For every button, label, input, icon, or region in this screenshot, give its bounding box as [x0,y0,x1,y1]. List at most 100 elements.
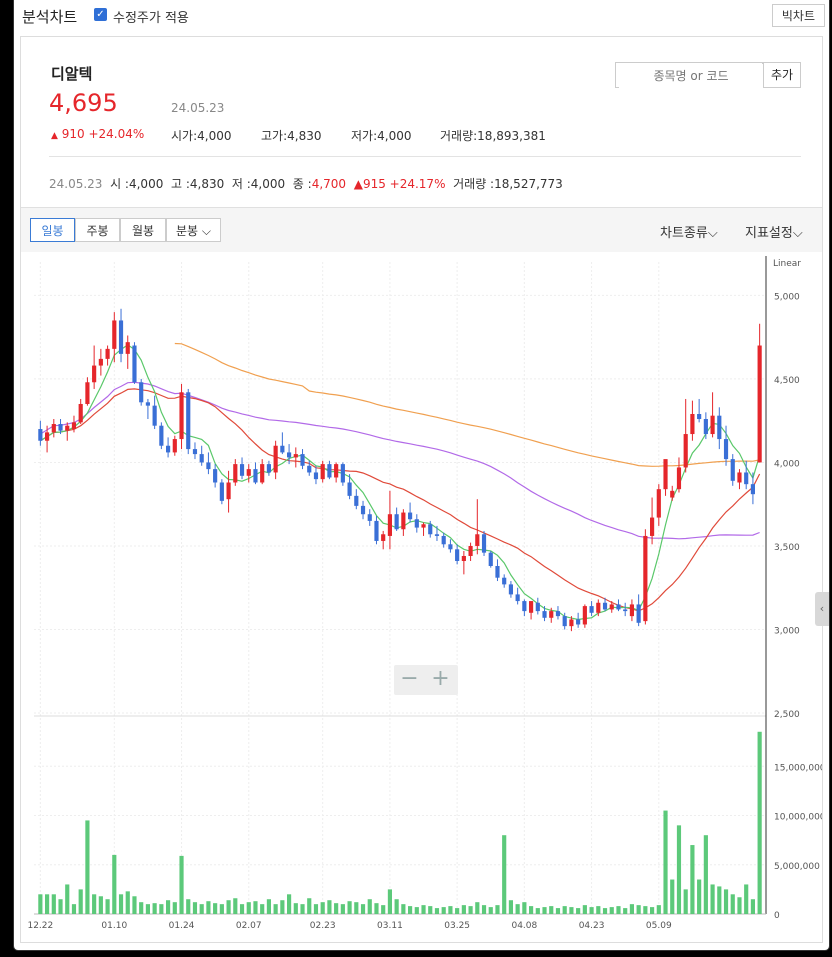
date-tick-label: 04.23 [579,921,605,931]
volume-bar [145,904,151,914]
scale-label: Linear [773,259,801,269]
candle-body [226,482,231,500]
candle-body [744,472,749,485]
volume-bar [92,894,97,914]
big-chart-button[interactable]: 빅차트 [771,4,825,27]
candle-body [58,424,63,431]
date-tick-label: 05.09 [646,921,672,931]
chart-toolbar: 일봉 주봉 월봉 분봉 ⌵ 차트종류⌵ 지표설정⌵ [21,207,822,252]
volume-bar [293,903,298,914]
tab-weekly[interactable]: 주봉 [75,218,120,242]
volume-bar [690,845,695,914]
candle-body [461,555,466,561]
trade-volume: 거래량:18,893,381 [440,127,546,144]
volume-bar [428,906,433,914]
candle-body [186,392,191,450]
summary-high: 4,830 [189,177,225,191]
candle-body [481,534,487,553]
volume-bar [38,894,43,914]
summary-date: 24.05.23 [49,177,103,191]
candle-body [703,419,708,435]
volume-bar [192,902,198,914]
adjusted-price-label[interactable]: 수정주가 적용 [113,7,189,26]
volume-bar [576,908,581,914]
volume-bar [623,908,628,914]
date-tick-label: 03.25 [444,921,470,931]
volume-bar [401,904,406,914]
volume-bar [434,908,440,914]
stock-name: 디알텍 [51,65,93,83]
low-value: 4,000 [377,129,412,143]
side-panel-toggle[interactable]: ‹ [815,592,829,626]
candle-body [676,467,682,490]
volume-bar [744,884,749,914]
high-value: 4,830 [287,129,322,143]
candle-body [381,534,386,541]
volume-bar [374,903,379,914]
candle-body [172,439,177,453]
volume-bar [508,900,514,914]
candle-body [589,606,594,613]
price-tick-label: 4,500 [774,376,800,386]
candle-body [582,606,587,625]
indicator-settings-menu[interactable]: 지표설정⌵ [745,222,803,241]
volume-bar [78,889,83,914]
zoom-out-button[interactable]: − [394,665,425,693]
volume-bar [394,899,399,914]
volume-bar [461,905,466,914]
stock-search[interactable] [615,62,763,88]
price-volume-chart[interactable]: Linear 5,000 4,500 4,000 3,500 3,000 2,500 15,0… [21,252,826,942]
candle-body [199,454,204,463]
volume-bar [737,897,742,914]
volume-bar [636,905,641,914]
candle-body [340,464,345,483]
volume-bar [367,899,372,914]
volume-bar [703,835,708,914]
summary-low: 4,000 [250,177,286,191]
volume-bar [327,900,332,914]
candle-body [105,348,110,359]
volume-bar [676,825,682,914]
volume-bar [596,906,601,914]
chart-type-menu[interactable]: 차트종류⌵ [660,222,718,241]
candle-body [656,489,661,518]
volume-bar [481,905,487,914]
candle-body [118,320,124,354]
candle-body [602,602,608,610]
adjusted-price-checkbox[interactable]: ✓ [94,8,107,21]
volume-bar [448,906,453,914]
volume-bar [455,908,460,914]
candle-body [78,403,83,423]
candle-body [38,429,43,441]
volume-value: 18,893,381 [477,129,546,143]
candle-body [394,514,399,530]
candle-body [488,552,493,567]
zoom-in-button[interactable]: + [425,665,456,693]
candle-body [528,601,534,613]
volume-tick-label: 0 [774,911,780,921]
candle-body [455,549,460,561]
up-arrow-icon: ▲ [51,131,58,141]
tab-minute[interactable]: 분봉 ⌵ [166,218,221,242]
candle-body [750,484,756,495]
candle-body [569,619,574,627]
low-label: 저가: [351,129,378,143]
chart-panel: 디알텍 4,695 24.05.23 ▲ 910 +24.04% 시가:4,00… [20,36,826,943]
chart-area[interactable]: Linear 5,000 4,500 4,000 3,500 3,000 2,500 15,0… [21,252,826,942]
add-stock-button[interactable]: 추가 [763,62,801,88]
volume-bar [44,894,50,914]
volume-bar [656,905,661,914]
volume-bar [320,902,325,914]
candle-body [434,534,440,536]
price-tick-label: 2,500 [774,710,800,720]
high-price: 고가:4,830 [261,127,321,144]
candle-body [313,472,319,480]
volume-bar [528,906,534,914]
candle-body [555,611,561,617]
search-input[interactable] [619,64,763,88]
tab-monthly[interactable]: 월봉 [120,218,166,242]
candle-body [387,514,393,536]
date-tick-label: 12.22 [27,921,53,931]
tab-daily[interactable]: 일봉 [30,218,75,242]
volume-bar [226,900,231,914]
